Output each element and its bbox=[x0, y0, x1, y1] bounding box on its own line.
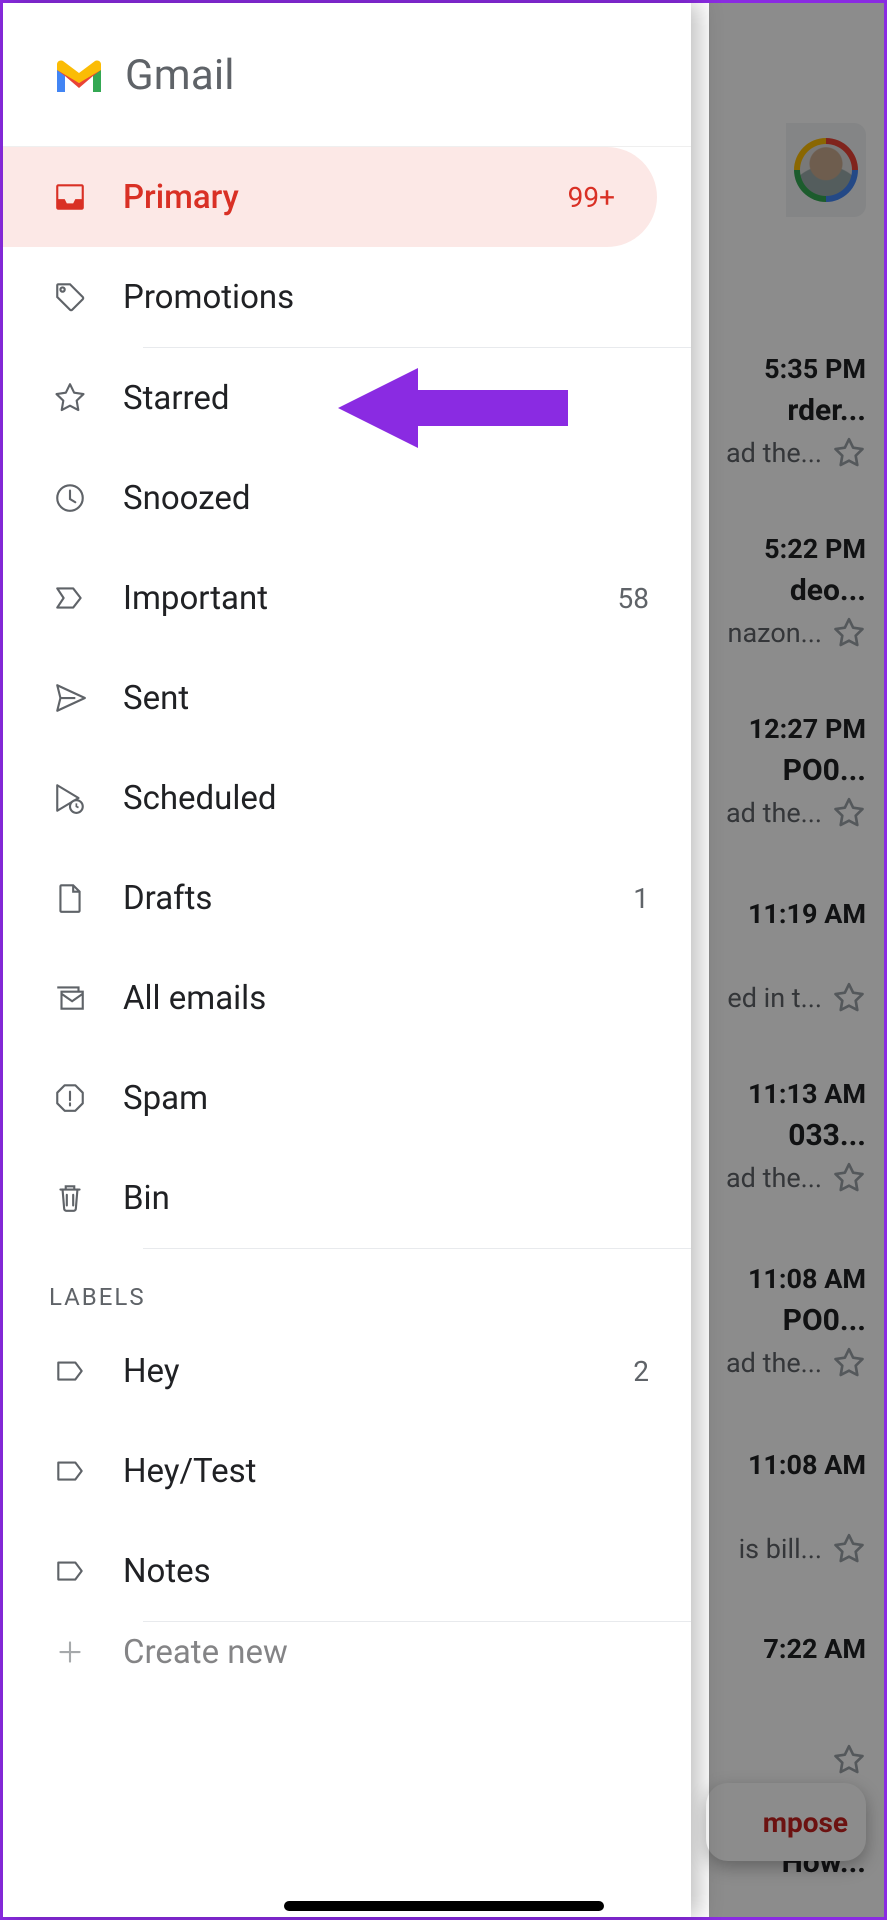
nav-item-label-notes[interactable]: Notes bbox=[3, 1521, 691, 1621]
nav-label: Important bbox=[123, 579, 618, 618]
scheduled-icon bbox=[53, 781, 87, 815]
nav-item-promotions[interactable]: Promotions bbox=[3, 247, 691, 347]
scrim[interactable] bbox=[709, 3, 884, 1917]
all-mail-icon bbox=[53, 981, 87, 1015]
tag-icon bbox=[53, 280, 87, 314]
nav-label: Scheduled bbox=[123, 779, 649, 818]
nav-item-spam[interactable]: Spam bbox=[3, 1048, 691, 1148]
nav-label: Drafts bbox=[123, 879, 633, 918]
nav-label: Notes bbox=[123, 1552, 649, 1591]
nav-list: Primary 99+ Promotions Starred Snoozed I… bbox=[3, 147, 691, 1917]
nav-label: Bin bbox=[123, 1179, 649, 1218]
star-icon bbox=[53, 381, 87, 415]
clock-icon bbox=[53, 481, 87, 515]
nav-label: Hey bbox=[123, 1352, 633, 1391]
nav-item-label-hey[interactable]: Hey 2 bbox=[3, 1321, 691, 1421]
nav-item-snoozed[interactable]: Snoozed bbox=[3, 448, 691, 548]
inbox-icon bbox=[53, 180, 87, 214]
nav-label: Snoozed bbox=[123, 479, 649, 518]
nav-item-create-new[interactable]: Create new bbox=[3, 1622, 691, 1682]
navigation-drawer: Gmail Primary 99+ Promotions Starred Sno… bbox=[3, 3, 691, 1917]
label-icon bbox=[53, 1354, 87, 1388]
nav-count: 99+ bbox=[568, 181, 615, 214]
gmail-logo-icon bbox=[53, 56, 105, 96]
home-indicator bbox=[284, 1901, 604, 1911]
label-icon bbox=[53, 1554, 87, 1588]
draft-icon bbox=[53, 881, 87, 915]
bin-icon bbox=[53, 1181, 87, 1215]
nav-item-starred[interactable]: Starred bbox=[3, 348, 691, 448]
labels-heading: LABELS bbox=[3, 1249, 691, 1321]
important-icon bbox=[53, 581, 87, 615]
nav-item-scheduled[interactable]: Scheduled bbox=[3, 748, 691, 848]
label-icon bbox=[53, 1454, 87, 1488]
nav-count: 2 bbox=[633, 1355, 649, 1388]
nav-item-all-emails[interactable]: All emails bbox=[3, 948, 691, 1048]
nav-label: Promotions bbox=[123, 278, 649, 317]
nav-item-primary[interactable]: Primary 99+ bbox=[3, 147, 657, 247]
send-icon bbox=[53, 681, 87, 715]
nav-item-sent[interactable]: Sent bbox=[3, 648, 691, 748]
nav-item-label-heytest[interactable]: Hey/Test bbox=[3, 1421, 691, 1521]
nav-item-important[interactable]: Important 58 bbox=[3, 548, 691, 648]
nav-label: All emails bbox=[123, 979, 649, 1018]
nav-label: Sent bbox=[123, 679, 649, 718]
nav-count: 1 bbox=[633, 882, 649, 915]
nav-item-bin[interactable]: Bin bbox=[3, 1148, 691, 1248]
nav-label: Starred bbox=[123, 379, 649, 418]
nav-count: 58 bbox=[618, 582, 649, 615]
plus-icon bbox=[53, 1635, 87, 1669]
brand-header: Gmail bbox=[3, 3, 691, 147]
nav-label: Create new bbox=[123, 1633, 649, 1672]
nav-label: Spam bbox=[123, 1079, 649, 1118]
spam-icon bbox=[53, 1081, 87, 1115]
nav-item-drafts[interactable]: Drafts 1 bbox=[3, 848, 691, 948]
brand-name: Gmail bbox=[125, 51, 235, 100]
nav-label: Hey/Test bbox=[123, 1452, 649, 1491]
nav-label: Primary bbox=[123, 178, 568, 217]
